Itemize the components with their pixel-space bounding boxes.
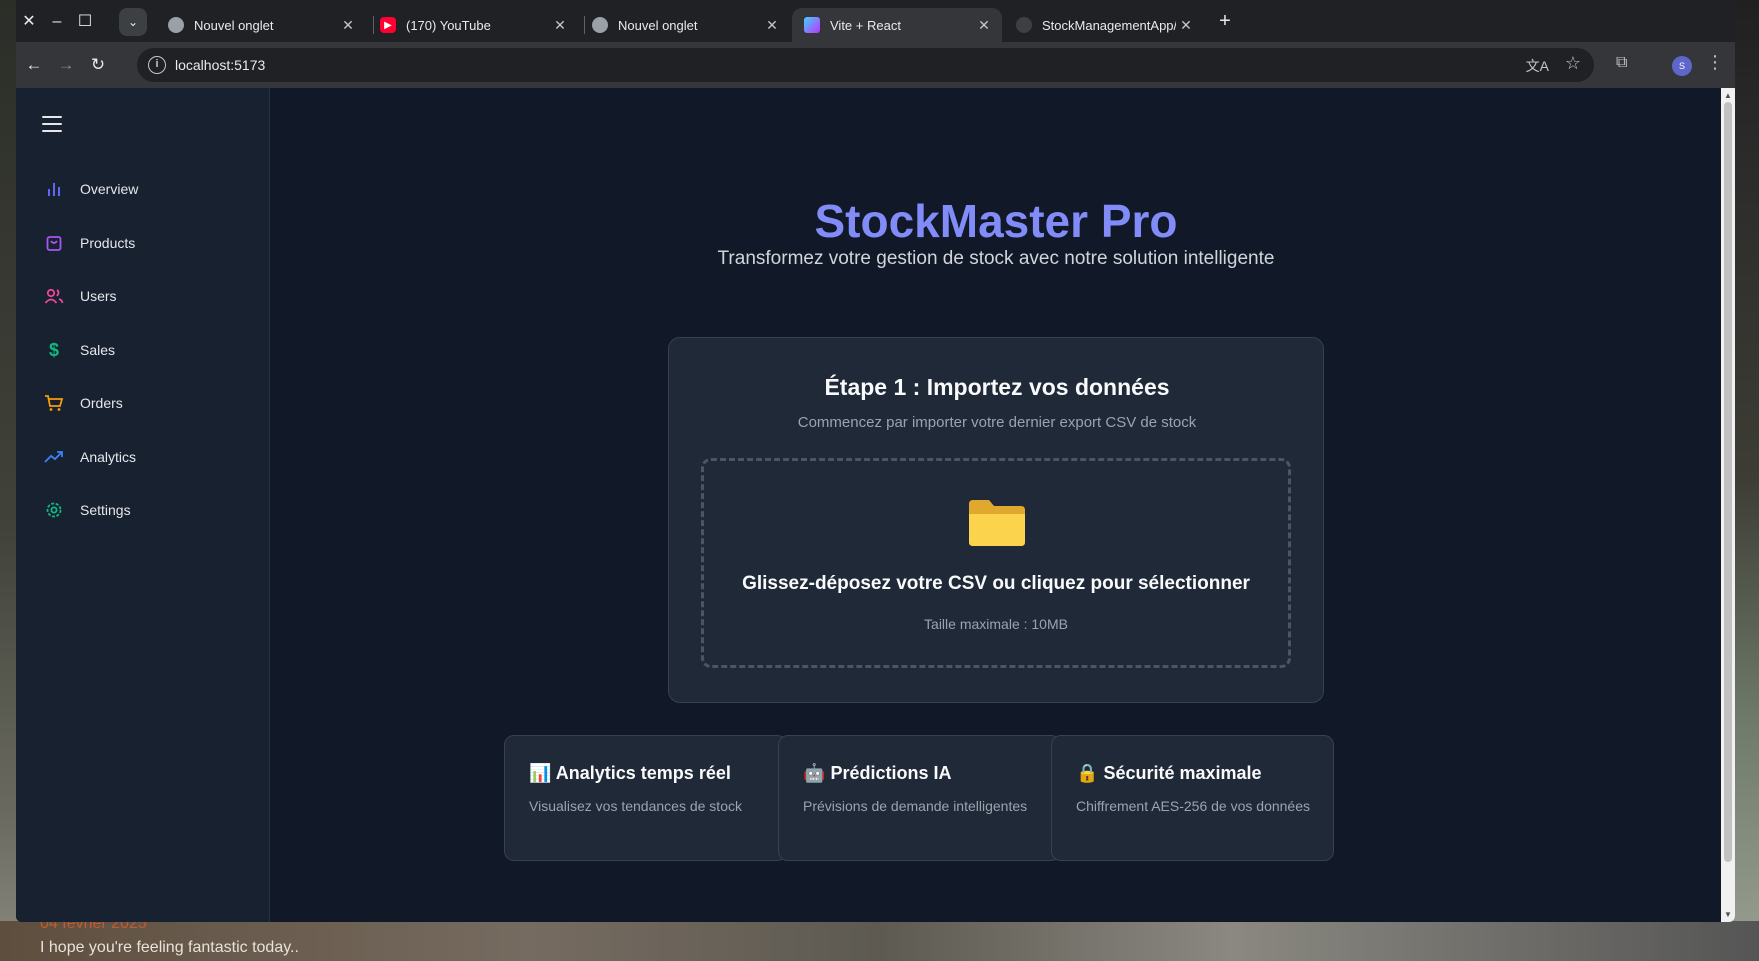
folder-icon xyxy=(967,496,1027,548)
feature-title: 🤖 Prédictions IA xyxy=(803,763,951,784)
tab-title: Nouvel onglet xyxy=(194,17,274,33)
sidebar-item-label: Sales xyxy=(80,342,116,358)
youtube-icon: ▶ xyxy=(380,17,396,33)
vite-icon xyxy=(804,17,820,33)
feature-description: Chiffrement AES-256 de vos données xyxy=(1076,798,1311,814)
url-text[interactable]: localhost:5173 xyxy=(175,57,265,73)
sidebar: Overview Products Users $ Sales Orders A… xyxy=(16,88,270,922)
sidebar-item-users[interactable]: Users xyxy=(44,284,117,308)
feature-card-analytics: 📊 Analytics temps réel Visualisez vos te… xyxy=(504,735,787,861)
feature-title-text: Analytics temps réel xyxy=(555,763,731,783)
import-card: Étape 1 : Importez vos données Commencez… xyxy=(668,337,1324,703)
tab-1[interactable]: Nouvel onglet ✕ xyxy=(156,8,366,42)
page-scrollbar[interactable]: ▲ ▼ xyxy=(1721,88,1735,922)
browser-window: ✕ – ☐ ⌄ Nouvel onglet ✕ ▶ (170) YouTube … xyxy=(16,0,1735,922)
feature-description: Visualisez vos tendances de stock xyxy=(529,798,742,814)
github-icon xyxy=(1016,17,1032,33)
feature-title-text: Prédictions IA xyxy=(830,763,952,783)
shopping-cart-icon xyxy=(44,393,64,413)
close-tab-icon[interactable]: ✕ xyxy=(974,17,994,34)
sidebar-item-label: Analytics xyxy=(80,449,137,465)
sidebar-item-sales[interactable]: $ Sales xyxy=(44,338,115,362)
scroll-down-icon[interactable]: ▼ xyxy=(1724,910,1732,919)
feature-title: 📊 Analytics temps réel xyxy=(529,763,731,784)
users-icon xyxy=(44,286,64,306)
gear-icon xyxy=(44,500,64,520)
tab-title: Nouvel onglet xyxy=(618,17,698,33)
tab-search-button[interactable]: ⌄ xyxy=(119,8,147,36)
scroll-up-icon[interactable]: ▲ xyxy=(1724,91,1732,100)
back-icon[interactable]: ← xyxy=(20,51,48,79)
feature-title: 🔒 Sécurité maximale xyxy=(1076,763,1262,784)
tab-5[interactable]: StockManagementApp/front ✕ xyxy=(1004,8,1204,42)
tab-2[interactable]: ▶ (170) YouTube ✕ xyxy=(368,8,578,42)
page-subtitle: Transformez votre gestion de stock avec … xyxy=(717,248,1275,269)
feature-card-ai: 🤖 Prédictions IA Prévisions de demande i… xyxy=(778,735,1061,861)
scrollbar-thumb[interactable] xyxy=(1724,102,1732,862)
site-info-icon[interactable]: i xyxy=(148,56,166,74)
csv-dropzone[interactable]: Glissez-déposez votre CSV ou cliquez pou… xyxy=(701,458,1291,668)
max-file-size: Taille maximale : 10MB xyxy=(924,616,1068,632)
desktop-quote: I hope you're feeling fantastic today.. xyxy=(40,939,299,956)
browser-toolbar: ← → ↻ i localhost:5173 文A ☆ ⧉ S ⋮ xyxy=(16,42,1735,88)
sidebar-item-label: Orders xyxy=(80,395,123,411)
sidebar-item-analytics[interactable]: Analytics xyxy=(44,445,136,469)
forward-icon[interactable]: → xyxy=(52,51,80,79)
close-window-icon[interactable]: ✕ xyxy=(16,9,42,35)
trending-up-icon xyxy=(44,447,64,467)
sidebar-item-orders[interactable]: Orders xyxy=(44,391,123,415)
chrome-icon xyxy=(168,17,184,33)
chrome-icon xyxy=(592,17,608,33)
robot-emoji-icon: 🤖 xyxy=(803,763,826,783)
hamburger-menu-icon[interactable] xyxy=(42,116,62,132)
sidebar-item-label: Users xyxy=(80,288,117,304)
profile-avatar[interactable]: S xyxy=(1672,56,1692,76)
address-bar[interactable]: i localhost:5173 文A ☆ xyxy=(137,48,1594,82)
sidebar-item-label: Overview xyxy=(80,181,139,197)
tab-4-active[interactable]: Vite + React ✕ xyxy=(792,8,1002,42)
tab-title: (170) YouTube xyxy=(406,17,491,33)
tab-3[interactable]: Nouvel onglet ✕ xyxy=(580,8,790,42)
sidebar-item-products[interactable]: Products xyxy=(44,231,135,255)
kebab-menu-icon[interactable]: ⋮ xyxy=(1706,52,1724,73)
dollar-icon: $ xyxy=(48,339,59,360)
extensions-icon[interactable]: ⧉ xyxy=(1616,54,1627,72)
maximize-window-icon[interactable]: ☐ xyxy=(72,9,98,35)
sidebar-item-settings[interactable]: Settings xyxy=(44,498,131,522)
translate-icon[interactable]: 文A xyxy=(1526,56,1549,76)
dropzone-instruction: Glissez-déposez votre CSV ou cliquez pou… xyxy=(742,573,1250,594)
bar-chart-icon xyxy=(44,179,64,199)
import-card-subtitle: Commencez par importer votre dernier exp… xyxy=(797,414,1197,431)
lock-emoji-icon: 🔒 xyxy=(1076,763,1099,783)
sidebar-item-label: Products xyxy=(80,235,136,251)
page-title: StockMaster Pro xyxy=(814,195,1178,247)
close-tab-icon[interactable]: ✕ xyxy=(762,17,782,34)
main-content: StockMaster Pro Transformez votre gestio… xyxy=(271,88,1721,922)
feature-title-text: Sécurité maximale xyxy=(1103,763,1262,783)
tab-title: Vite + React xyxy=(830,17,901,33)
close-tab-icon[interactable]: ✕ xyxy=(1176,17,1196,34)
feature-card-security: 🔒 Sécurité maximale Chiffrement AES-256 … xyxy=(1051,735,1334,861)
tab-strip: ✕ – ☐ ⌄ Nouvel onglet ✕ ▶ (170) YouTube … xyxy=(16,0,1735,42)
reload-icon[interactable]: ↻ xyxy=(84,51,112,79)
close-tab-icon[interactable]: ✕ xyxy=(338,17,358,34)
new-tab-icon[interactable]: + xyxy=(1213,10,1237,33)
tab-title: StockManagementApp/front xyxy=(1042,17,1176,33)
close-tab-icon[interactable]: ✕ xyxy=(550,17,570,34)
sidebar-item-overview[interactable]: Overview xyxy=(44,177,138,201)
sidebar-item-label: Settings xyxy=(80,502,131,518)
chevron-down-icon: ⌄ xyxy=(127,15,139,29)
feature-description: Prévisions de demande intelligentes xyxy=(803,798,1028,814)
shopping-bag-icon xyxy=(44,233,64,253)
minimize-window-icon[interactable]: – xyxy=(44,9,70,35)
chart-emoji-icon: 📊 xyxy=(529,763,552,783)
bookmark-star-icon[interactable]: ☆ xyxy=(1565,53,1581,74)
page-viewport: Overview Products Users $ Sales Orders A… xyxy=(16,88,1721,922)
import-card-title: Étape 1 : Importez vos données xyxy=(824,374,1170,400)
